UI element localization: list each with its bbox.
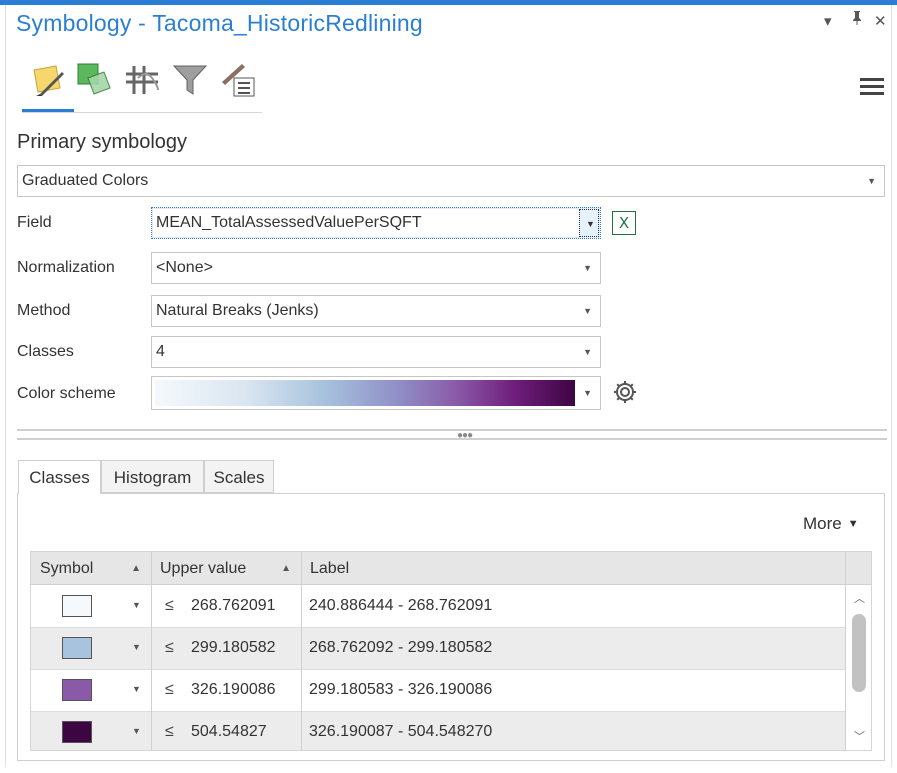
renderer-value: Graduated Colors xyxy=(22,172,149,189)
pin-icon[interactable] xyxy=(850,10,864,30)
label-cell[interactable]: 326.190087 - 504.548270 xyxy=(309,723,492,741)
field-value: MEAN_TotalAssessedValuePerSQFT xyxy=(156,214,422,231)
tab-classes[interactable]: Classes xyxy=(18,460,101,494)
less-equal-operator: ≤ xyxy=(165,723,174,740)
upper-value-cell[interactable]: 299.180582 xyxy=(191,639,276,657)
less-equal-operator: ≤ xyxy=(165,681,174,698)
method-dropdown[interactable]: Natural Breaks (Jenks) ▼ xyxy=(151,295,601,327)
table-row[interactable]: ▼ ≤ 268.762091 240.886444 - 268.762091 xyxy=(31,586,845,628)
chevron-down-icon: ▼ xyxy=(867,176,876,186)
scrollbar-thumb[interactable] xyxy=(852,614,866,692)
color-scheme-label: Color scheme xyxy=(17,385,116,402)
field-label: Field xyxy=(17,214,52,231)
chevron-down-icon[interactable]: ﹀ xyxy=(854,728,865,744)
symbology-ribbon xyxy=(22,60,262,113)
symbol-layer-drawing-icon[interactable] xyxy=(122,60,162,100)
renderer-dropdown[interactable]: Graduated Colors ▼ xyxy=(17,165,885,197)
primary-symbology-heading: Primary symbology xyxy=(17,131,188,153)
sort-ascending-icon[interactable]: ▲ xyxy=(281,552,291,585)
classes-dropdown[interactable]: 4 ▼ xyxy=(151,336,601,368)
chevron-down-icon: ▼ xyxy=(583,263,592,273)
column-header-upper-value[interactable]: Upper value ▲ xyxy=(151,552,301,585)
menu-icon[interactable] xyxy=(860,78,884,98)
tab-histogram[interactable]: Histogram xyxy=(101,460,204,493)
label-cell[interactable]: 268.762092 - 299.180582 xyxy=(309,639,492,657)
gear-icon[interactable] xyxy=(612,379,638,405)
column-header-label[interactable]: Label xyxy=(301,552,845,585)
chevron-down-icon: ▼ xyxy=(847,518,859,530)
method-value: Natural Breaks (Jenks) xyxy=(156,302,319,319)
table-row[interactable]: ▼ ≤ 299.180582 268.762092 - 299.180582 xyxy=(31,628,845,670)
splitter-grip-icon[interactable]: ●●● xyxy=(457,430,473,441)
column-divider xyxy=(151,552,152,750)
vary-symbology-icon[interactable] xyxy=(74,60,114,100)
table-row[interactable]: ▼ ≤ 504.54827 326.190087 - 504.548270 xyxy=(31,712,845,750)
symbol-swatch[interactable] xyxy=(62,637,92,659)
upper-value-cell[interactable]: 268.762091 xyxy=(191,597,276,615)
close-icon[interactable]: ✕ xyxy=(874,12,887,30)
classes-value: 4 xyxy=(156,343,165,360)
upper-value-cell[interactable]: 326.190086 xyxy=(191,681,276,699)
normalization-value: <None> xyxy=(156,259,213,276)
column-divider xyxy=(301,552,302,750)
table-row[interactable]: ▼ ≤ 326.190086 299.180583 - 326.190086 xyxy=(31,670,845,712)
classes-grid: Symbol ▲ Upper value ▲ Label ▼ ≤ 268.76209… xyxy=(30,551,872,751)
normalization-dropdown[interactable]: <None> ▼ xyxy=(151,252,601,284)
chevron-down-icon: ▼ xyxy=(583,388,592,398)
filter-icon[interactable] xyxy=(170,60,210,100)
grid-header: Symbol ▲ Upper value ▲ Label xyxy=(31,552,871,585)
classes-label: Classes xyxy=(17,343,74,360)
chevron-down-icon[interactable]: ▼ xyxy=(132,726,141,736)
expression-icon[interactable]: X xyxy=(612,211,636,235)
symbol-swatch[interactable] xyxy=(62,721,92,743)
upper-value-cell[interactable]: 504.54827 xyxy=(191,723,267,741)
symbol-swatch[interactable] xyxy=(62,595,92,617)
chevron-down-icon[interactable]: ▼ xyxy=(132,684,141,694)
more-label: More xyxy=(803,514,842,533)
pane-splitter[interactable]: ●●● xyxy=(17,429,887,441)
method-label: Method xyxy=(17,302,71,319)
ribbon-divider xyxy=(22,112,262,113)
label-cell[interactable]: 299.180583 - 326.190086 xyxy=(309,681,492,699)
pane-title: Symbology - Tacoma_HistoricRedlining xyxy=(16,10,423,36)
tab-scales[interactable]: Scales xyxy=(204,460,274,493)
chevron-down-icon[interactable]: ▼ xyxy=(132,600,141,610)
pane-options-dropdown[interactable]: ▾ xyxy=(824,12,832,30)
color-ramp-preview[interactable] xyxy=(155,380,575,406)
symbol-swatch[interactable] xyxy=(62,679,92,701)
chevron-up-icon[interactable]: ︿ xyxy=(854,590,865,606)
label-classes-icon[interactable] xyxy=(218,60,258,100)
chevron-down-icon: ▼ xyxy=(583,306,592,316)
chevron-down-icon[interactable]: ▼ xyxy=(132,642,141,652)
field-dropdown-button[interactable]: ▼ xyxy=(579,209,599,237)
label-cell[interactable]: 240.886444 - 268.762091 xyxy=(309,597,492,615)
primary-symbology-icon[interactable] xyxy=(28,60,68,100)
vertical-scrollbar[interactable]: ︿ ﹀ xyxy=(846,586,871,750)
less-equal-operator: ≤ xyxy=(165,597,174,614)
column-header-symbol[interactable]: Symbol ▲ xyxy=(31,552,151,585)
less-equal-operator: ≤ xyxy=(165,639,174,656)
sort-ascending-icon[interactable]: ▲ xyxy=(131,552,141,585)
chevron-down-icon: ▼ xyxy=(583,347,592,357)
more-menu-button[interactable]: More ▼ xyxy=(803,514,859,534)
field-dropdown[interactable]: MEAN_TotalAssessedValuePerSQFT ▼ xyxy=(151,207,601,239)
normalization-label: Normalization xyxy=(17,259,115,276)
